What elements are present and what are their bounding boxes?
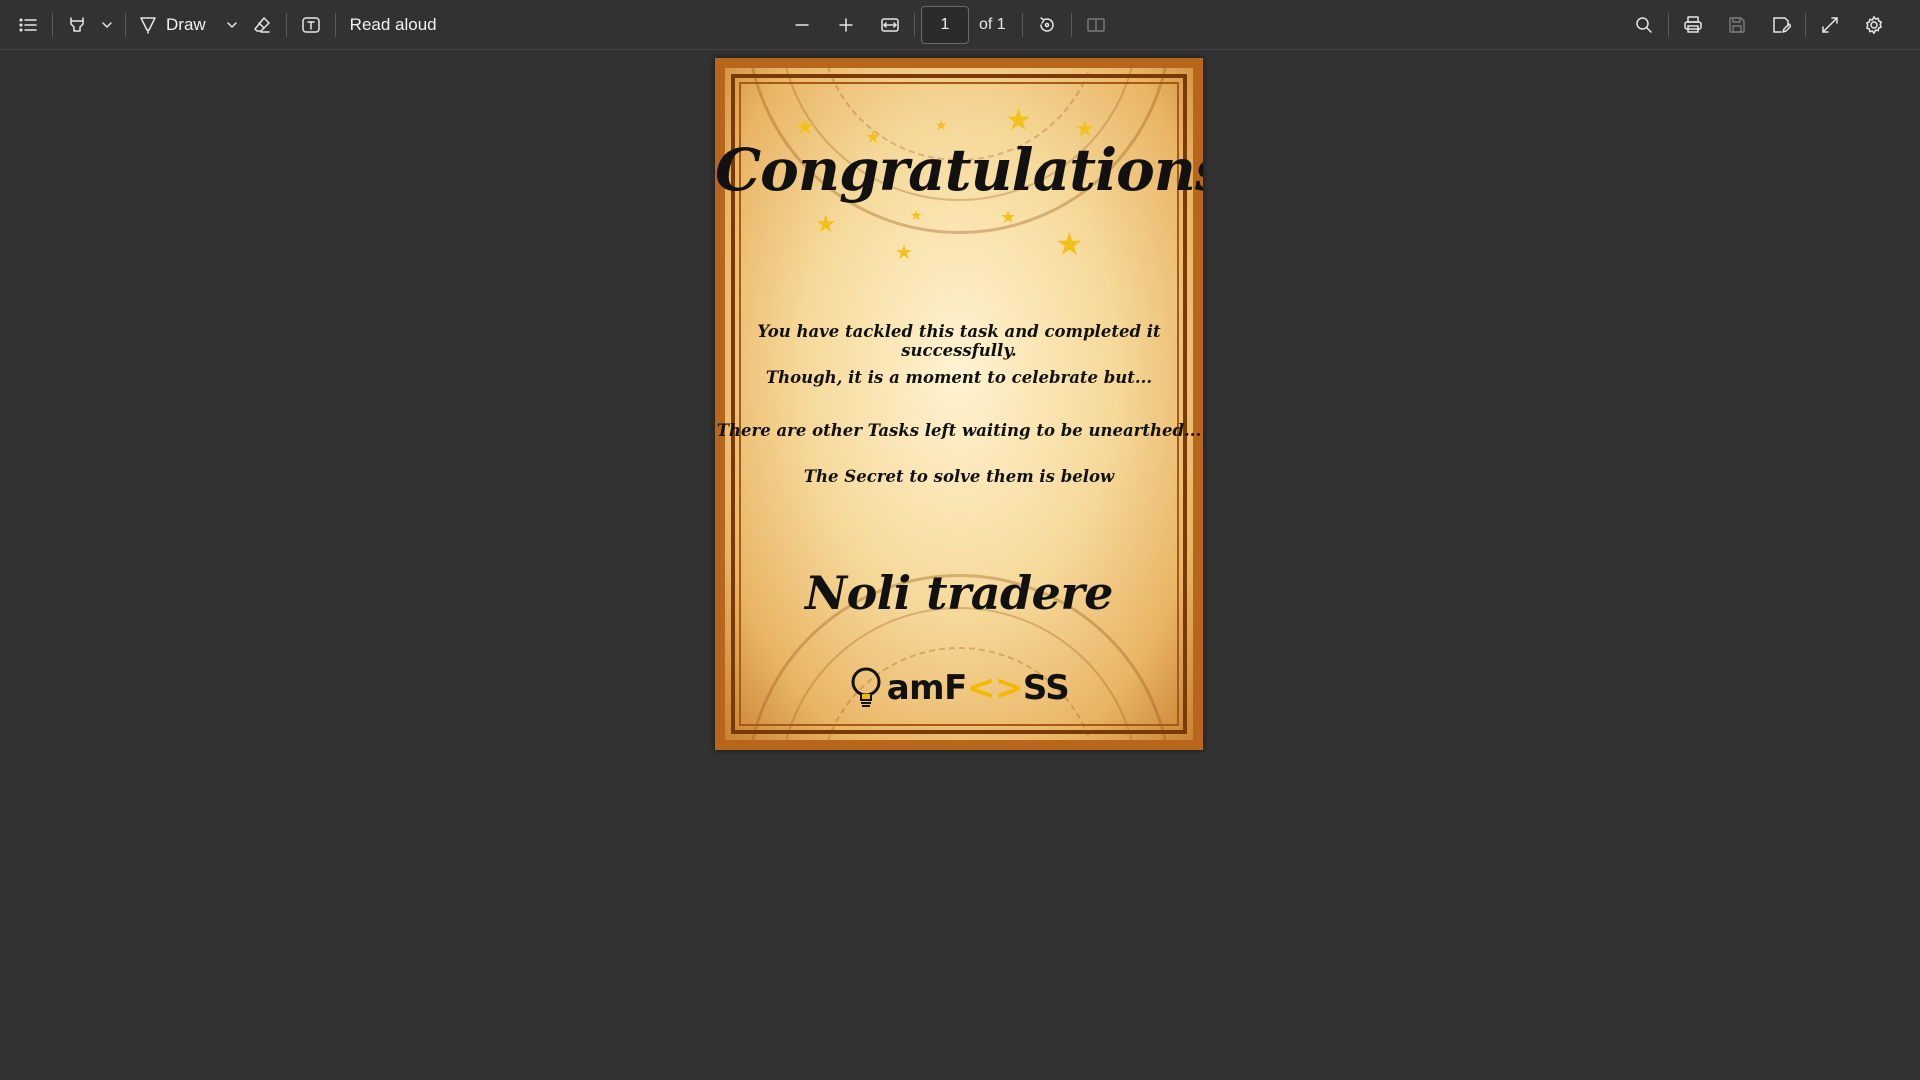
eraser-icon (253, 17, 270, 33)
erase-button[interactable] (244, 7, 280, 43)
star-icon: ★ (910, 207, 923, 223)
highlighter-icon (70, 17, 84, 32)
two-page-icon (1086, 18, 1105, 32)
text-box-icon (301, 17, 320, 33)
minus-icon (795, 24, 809, 26)
page-count-label: of 1 (979, 16, 1006, 33)
toolbar-separator (334, 13, 336, 37)
star-icon: ★ (1055, 226, 1084, 262)
star-icon: ★ (1005, 104, 1032, 137)
highlight-options-button[interactable] (95, 7, 119, 43)
certificate-line-4: The Secret to solve them is below (803, 467, 1115, 486)
rotate-button[interactable] (1029, 7, 1065, 43)
table-of-contents-button[interactable] (10, 7, 46, 43)
toolbar-separator (1021, 13, 1023, 37)
star-icon: ★ (795, 114, 815, 139)
draw-button[interactable]: Draw (132, 7, 220, 43)
read-aloud-label: Read aloud (349, 15, 437, 34)
star-icon: ★ (895, 242, 913, 264)
toolbar-left-group: Draw Read aloud (10, 0, 445, 50)
highlight-button[interactable] (59, 7, 95, 43)
certificate-line-3: There are other Tasks left waiting to be… (716, 421, 1202, 440)
save-as-button[interactable] (1763, 7, 1799, 43)
draw-options-button[interactable] (220, 7, 244, 43)
star-icon: ★ (935, 117, 948, 133)
save-button[interactable] (1719, 7, 1755, 43)
toolbar-separator (285, 13, 287, 37)
chevron-down-icon (102, 22, 112, 28)
chevron-down-icon (226, 22, 237, 28)
gear-icon (1866, 16, 1882, 34)
toolbar-separator (52, 13, 53, 37)
star-icon: ★ (1000, 207, 1017, 227)
toolbar-center-group: of 1 (784, 0, 1114, 50)
toolbar-separator (125, 13, 126, 37)
list-icon (19, 18, 37, 32)
print-button[interactable] (1675, 7, 1711, 43)
save-icon (1729, 17, 1745, 33)
fullscreen-button[interactable] (1812, 7, 1848, 43)
page-number-input[interactable] (921, 6, 969, 44)
print-icon (1684, 16, 1702, 33)
pen-icon (140, 17, 156, 34)
toolbar-separator (1070, 13, 1072, 37)
search-button[interactable] (1626, 7, 1662, 43)
zoom-out-button[interactable] (784, 7, 820, 43)
draw-label: Draw (166, 15, 206, 34)
certificate-title: Congratulations! (715, 136, 1203, 204)
toolbar-separator (1805, 13, 1806, 37)
expand-icon (1822, 17, 1838, 33)
plus-icon (839, 18, 853, 32)
logo-text: amF<>SS (886, 668, 1070, 708)
rotate-icon (1039, 17, 1054, 32)
read-aloud-button[interactable]: Read aloud (342, 7, 445, 43)
toolbar-separator (1668, 13, 1669, 37)
toolbar-right-group (1626, 0, 1892, 50)
star-icon: ★ (815, 211, 837, 238)
search-icon (1636, 17, 1652, 33)
zoom-in-button[interactable] (828, 7, 864, 43)
add-text-button[interactable] (293, 7, 329, 43)
page-view-button[interactable] (1078, 7, 1114, 43)
pdf-page: ★ ★ ★ ★ ★ ★ ★ ★ ★ ★ Congratulations! You… (715, 58, 1203, 750)
fit-to-width-button[interactable] (872, 7, 908, 43)
toolbar-separator (914, 13, 915, 37)
certificate-motto: Noli tradere (805, 566, 1113, 620)
settings-button[interactable] (1856, 7, 1892, 43)
certificate-line-2: Though, it is a moment to celebrate but.… (765, 368, 1153, 387)
certificate-line-1: You have tackled this task and completed… (757, 322, 1161, 360)
fit-width-icon (881, 18, 899, 32)
amfoss-logo: amF<>SS (715, 666, 1203, 710)
pdf-toolbar: Draw Read aloud of 1 (0, 0, 1920, 50)
lightbulb-icon (851, 667, 881, 707)
save-as-icon (1773, 17, 1791, 33)
